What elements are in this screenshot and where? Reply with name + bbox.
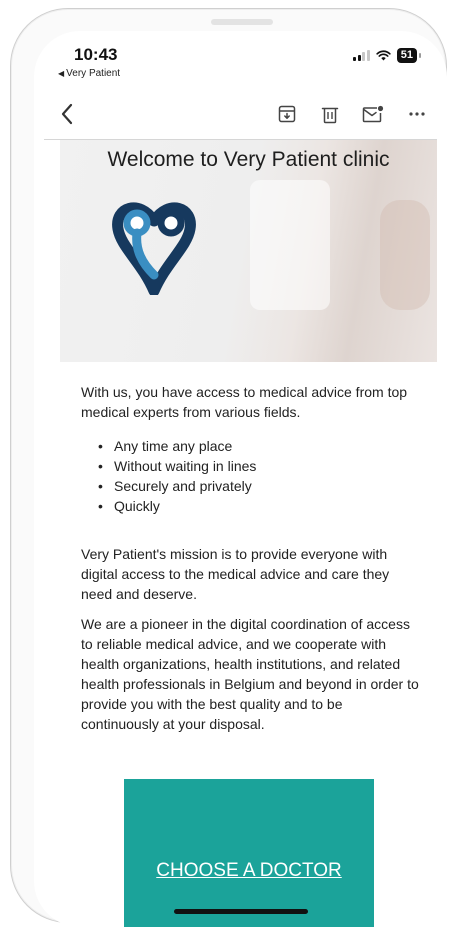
status-icons: 51 <box>353 48 422 63</box>
benefits-list: Any time any place Without waiting in li… <box>98 436 398 516</box>
email-body: Welcome to Very Patient clinic With us, … <box>34 140 447 927</box>
more-button[interactable] <box>404 101 430 127</box>
back-app-label: Very Patient <box>66 68 121 79</box>
screen: 10:43 ◀ Very Patient 51 Welcome to Very … <box>34 31 447 927</box>
clinic-logo-icon <box>112 202 196 295</box>
mail-icon <box>362 105 384 123</box>
phone-frame: 10:43 ◀ Very Patient 51 Welcome to Very … <box>10 8 447 927</box>
phone-speaker <box>211 19 273 25</box>
hero-banner: Welcome to Very Patient clinic <box>60 140 437 362</box>
archive-button[interactable] <box>274 101 300 127</box>
trash-icon <box>321 107 339 123</box>
mission-paragraph: Very Patient's mission is to provide eve… <box>81 546 390 602</box>
archive-icon <box>278 105 296 123</box>
choose-doctor-link[interactable]: CHOOSE A DOCTOR <box>124 860 374 882</box>
list-item: Quickly <box>98 496 398 516</box>
chevron-left-icon <box>61 103 73 125</box>
pioneer-paragraph: We are a pioneer in the digital coordina… <box>81 616 419 732</box>
delete-button[interactable] <box>317 101 343 127</box>
hero-background-shape <box>380 200 430 310</box>
back-button[interactable] <box>54 101 80 127</box>
more-icon <box>409 112 425 116</box>
signal-icon <box>353 50 370 61</box>
list-item: Securely and privately <box>98 476 398 496</box>
hero-title: Welcome to Very Patient clinic <box>107 148 390 171</box>
list-item: Without waiting in lines <box>98 456 398 476</box>
mail-toolbar <box>34 93 447 139</box>
home-indicator[interactable] <box>174 909 308 914</box>
status-time: 10:43 <box>74 45 118 64</box>
mark-unread-button[interactable] <box>360 101 386 127</box>
intro-paragraph: With us, you have access to medical advi… <box>81 384 408 420</box>
choose-doctor-button[interactable]: CHOOSE A DOCTOR <box>124 779 374 927</box>
list-item: Any time any place <box>98 436 398 456</box>
battery-icon: 51 <box>396 48 422 63</box>
back-to-app-link[interactable]: ◀ Very Patient <box>58 68 120 79</box>
hero-background-shape <box>250 180 330 310</box>
wifi-icon <box>376 50 391 61</box>
back-triangle-icon: ◀ <box>58 69 65 78</box>
